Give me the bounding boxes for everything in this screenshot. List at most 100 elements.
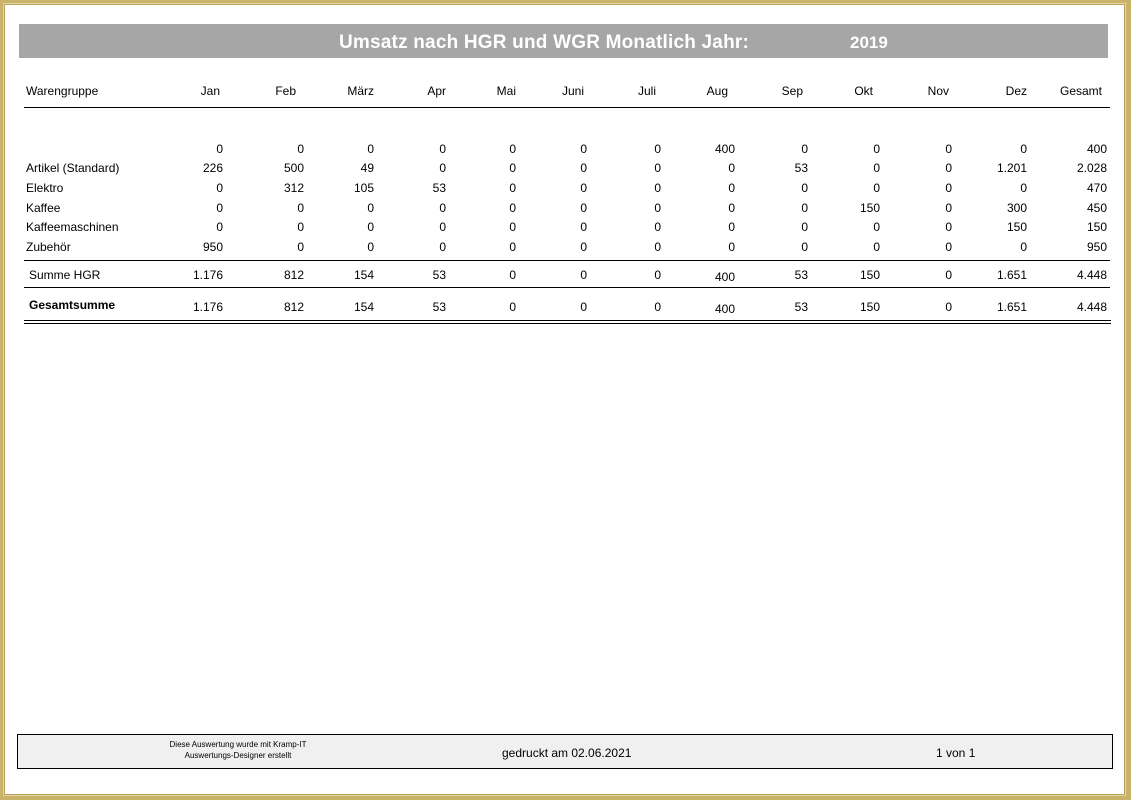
table-cell: 0 [654,161,661,175]
column-header: März [347,84,374,98]
table-row: 0 0 0 0 0 0 0 400 0 0 0 0 400 [4,142,1125,161]
subtotal-cell: 1.176 [192,268,223,282]
report-page: Umsatz nach HGR und WGR Monatlich Jahr: … [3,3,1126,796]
table-cell: 0 [873,240,880,254]
table-row: Artikel (Standard) 226 500 49 0 0 0 0 0 53 0 0 1.201… [4,161,1125,180]
table-cell: 470 [1086,181,1107,195]
table-cell: 0 [297,142,304,156]
header-divider [24,107,1110,108]
total-label: Gesamtsumme [29,298,116,312]
table-cell: 53 [794,161,808,175]
table-cell: 49 [360,161,374,175]
subtotal-cell: 0 [509,268,516,282]
table-cell: 0 [873,181,880,195]
table-cell: 0 [1020,142,1027,156]
total-cell: 812 [283,300,304,314]
subtotal-cell: 0 [580,268,587,282]
table-cell: 0 [945,220,952,234]
table-cell: 150 [1006,220,1027,234]
table-cell: 0 [439,201,446,215]
column-header: Apr [427,84,446,98]
column-header: Mai [496,84,516,98]
table-cell: 0 [945,201,952,215]
table-cell: 0 [580,181,587,195]
subtotal-cell: 53 [794,268,808,282]
table-cell: 0 [654,181,661,195]
table-cell: 0 [654,142,661,156]
column-header: Sep [781,84,803,98]
table-cell: 0 [509,161,516,175]
table-cell: 0 [439,240,446,254]
table-cell: 0 [873,161,880,175]
table-cell: 0 [580,142,587,156]
table-cell: 0 [801,181,808,195]
table-cell: 105 [353,181,374,195]
table-cell: 0 [367,220,374,234]
column-header: Nov [927,84,949,98]
table-cell: 0 [1020,240,1027,254]
table-cell: 450 [1086,201,1107,215]
table-cell: 0 [728,220,735,234]
table-cell: 0 [580,220,587,234]
subtotal-cell: 154 [353,268,374,282]
table-cell: 0 [654,240,661,254]
total-cell: 400 [714,302,735,316]
table-cell: 150 [1086,220,1107,234]
subtotal-cell: 0 [654,268,661,282]
table-cell: 0 [216,142,223,156]
column-header: Gesamt [1059,84,1102,98]
table-row: Zubehör 950 0 0 0 0 0 0 0 0 0 0 0 950 [4,240,1125,259]
report-title-bar: Umsatz nach HGR und WGR Monatlich Jahr: … [19,24,1108,58]
total-cell: 0 [945,300,952,314]
total-cell: 4.448 [1076,300,1107,314]
total-cell: 0 [580,300,587,314]
table-cell: 0 [945,142,952,156]
table-cell: 950 [1086,240,1107,254]
table-cell: 0 [580,161,587,175]
table-cell: 0 [367,240,374,254]
table-cell: 300 [1006,201,1027,215]
table-cell: 0 [945,161,952,175]
table-cell: 500 [283,161,304,175]
column-header: Juni [561,84,584,98]
table-cell: 0 [509,201,516,215]
total-cell: 0 [654,300,661,314]
row-label: Artikel (Standard) [26,161,120,175]
table-cell: 0 [216,201,223,215]
table-cell: 0 [728,201,735,215]
column-header: Okt [854,84,873,98]
subtotal-row: Summe HGR 1.176 812 154 53 0 0 0 400 53 150 0 1.651 4… [4,268,1125,287]
row-label: Elektro [26,181,64,195]
table-cell: 0 [367,201,374,215]
report-footer: Diese Auswertung wurde mit Kramp-IT Ausw… [17,734,1113,769]
footer-note-line2: Auswertungs-Designer erstellt [184,751,292,760]
table-cell: 0 [873,220,880,234]
table-cell: 0 [297,201,304,215]
row-label: Kaffeemaschinen [26,220,119,234]
total-cell: 150 [859,300,880,314]
subtotal-divider [24,260,1110,261]
table-cell: 150 [859,201,880,215]
table-cell: 0 [439,220,446,234]
column-header: Juli [637,84,656,98]
report-title: Umsatz nach HGR und WGR Monatlich Jahr: [339,32,749,53]
table-cell: 0 [654,220,661,234]
subtotal-cell: 4.448 [1076,268,1107,282]
total-cell: 0 [509,300,516,314]
column-header: Jan [200,84,220,98]
table-cell: 0 [801,201,808,215]
table-cell: 0 [580,240,587,254]
table-cell: 0 [580,201,587,215]
table-cell: 400 [1086,142,1107,156]
table-cell: 0 [439,161,446,175]
table-header: Warengruppe Jan Feb März Apr Mai Juni Juli Aug Se… [4,84,1125,104]
table-cell: 0 [216,220,223,234]
total-row: Gesamtsumme 1.176 812 154 53 0 0 0 400 53 150 0 1.65… [4,298,1125,319]
table-cell: 950 [202,240,223,254]
total-divider [24,287,1110,288]
table-cell: 0 [509,142,516,156]
total-cell: 1.651 [996,300,1027,314]
table-cell: 0 [367,142,374,156]
subtotal-cell: 150 [859,268,880,282]
table-cell: 0 [509,240,516,254]
